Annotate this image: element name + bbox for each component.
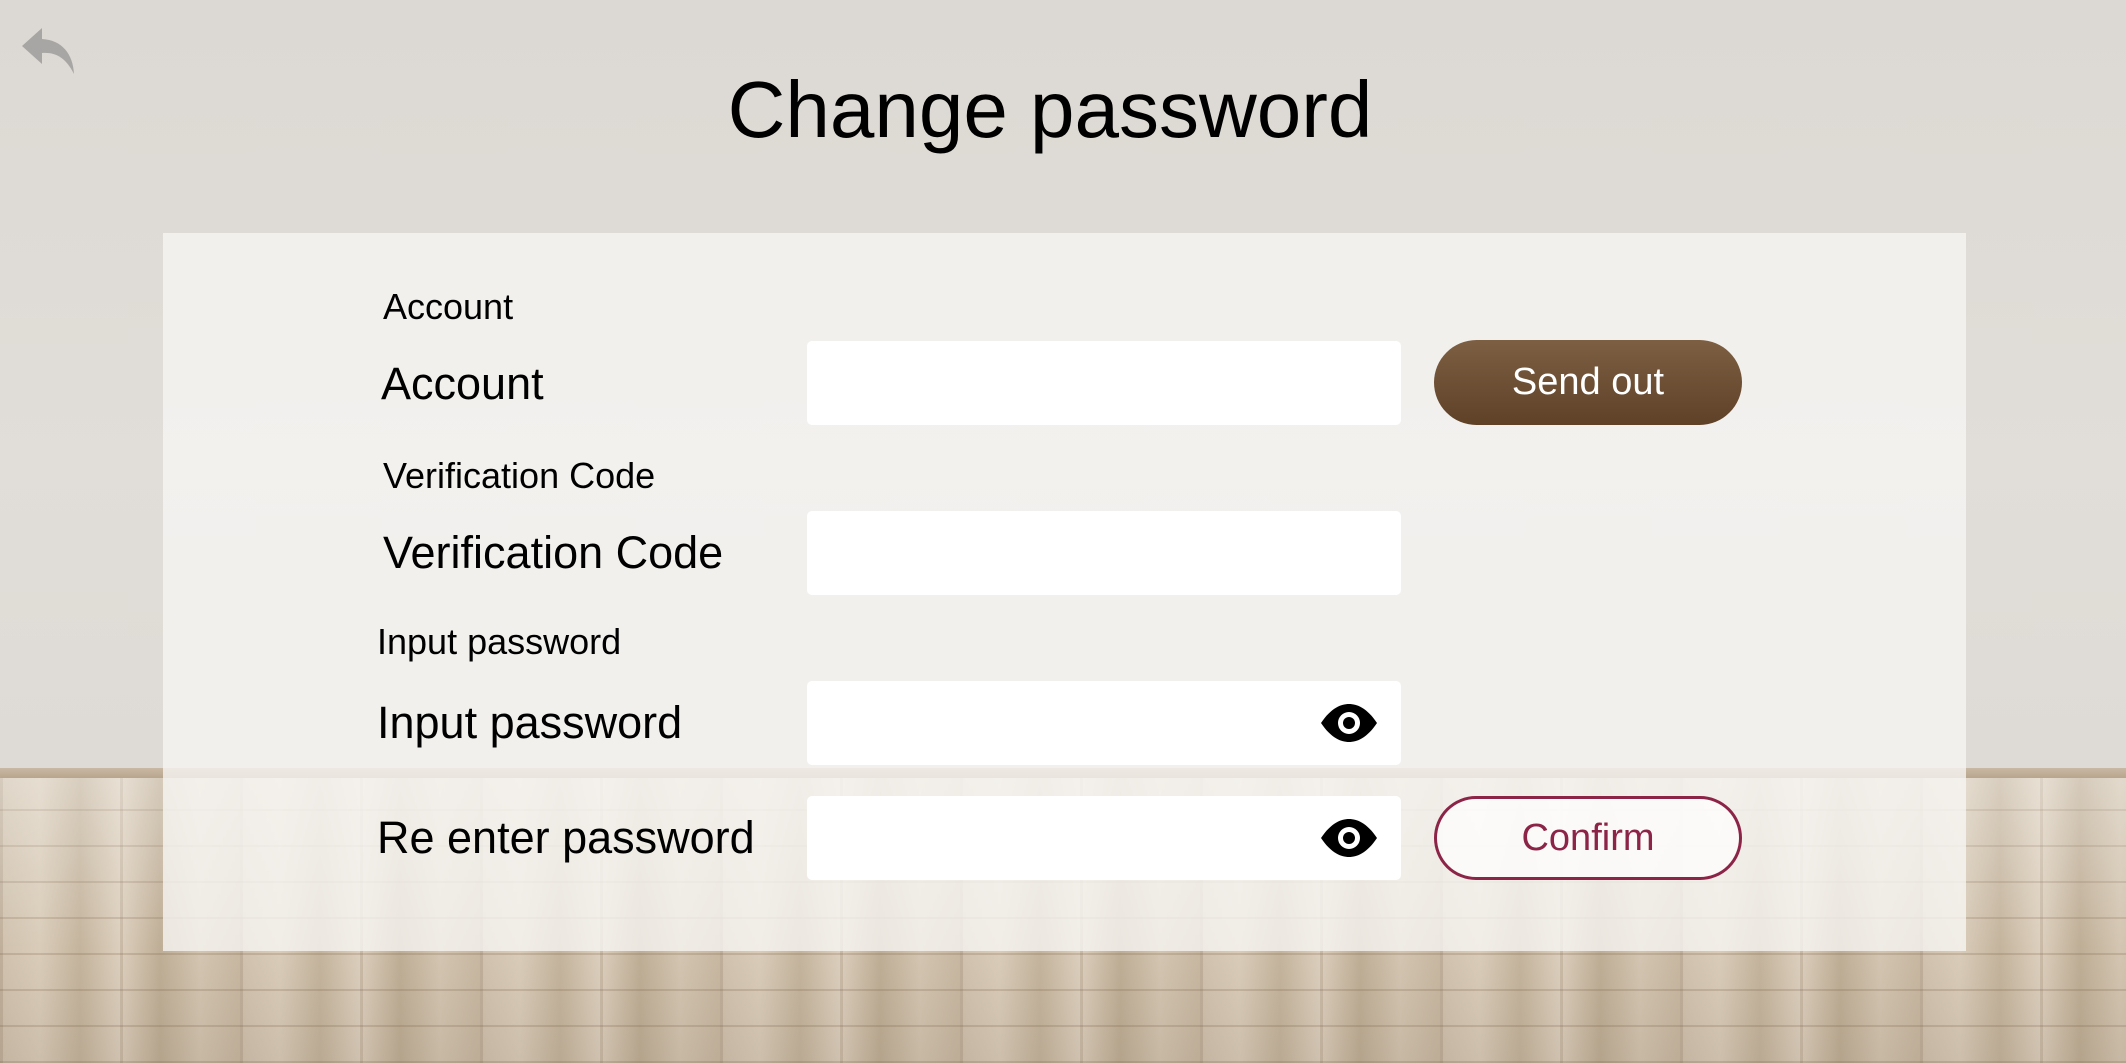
account-input[interactable] xyxy=(807,341,1401,425)
input-password-field[interactable] xyxy=(807,681,1401,765)
verification-code-caption: Verification Code xyxy=(383,455,656,496)
page-title: Change password xyxy=(727,65,1373,154)
eye-icon[interactable] xyxy=(1319,817,1379,859)
send-out-button[interactable]: Send out xyxy=(1434,340,1742,425)
input-password-label: Input password xyxy=(377,697,683,748)
input-password-caption: Input password xyxy=(377,621,622,662)
verification-code-label: Verification Code xyxy=(383,527,724,578)
account-caption: Account xyxy=(383,286,514,327)
verification-code-input[interactable] xyxy=(807,511,1401,595)
reenter-password-input[interactable] xyxy=(807,796,1401,880)
confirm-button[interactable]: Confirm xyxy=(1434,796,1742,880)
reenter-password-label: Re enter password xyxy=(377,812,755,863)
input-password-input[interactable] xyxy=(807,681,1401,765)
reenter-password-field[interactable] xyxy=(807,796,1401,880)
account-field[interactable] xyxy=(807,341,1401,425)
verification-code-field[interactable] xyxy=(807,511,1401,595)
account-label: Account xyxy=(381,358,544,409)
eye-icon[interactable] xyxy=(1319,702,1379,744)
